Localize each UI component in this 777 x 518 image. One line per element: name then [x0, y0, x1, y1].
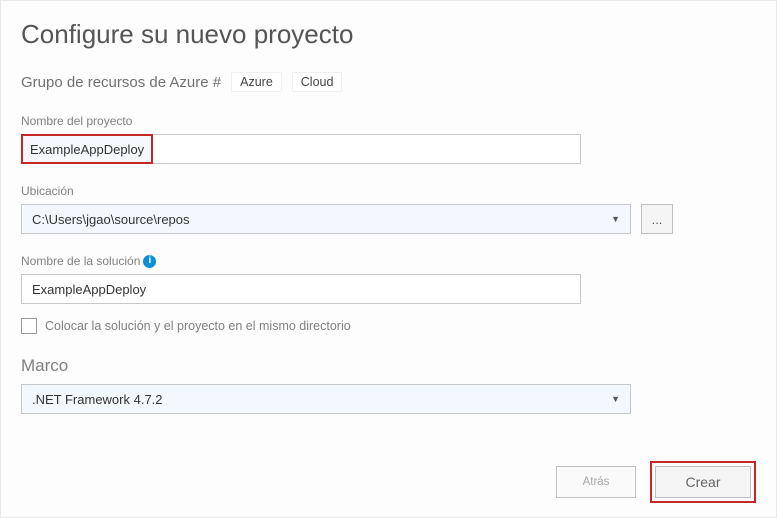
create-button-highlight: Crear — [650, 461, 756, 503]
chevron-down-icon: ▼ — [611, 214, 620, 224]
solution-name-field: Nombre de la solución i ExampleAppDeploy — [21, 254, 756, 304]
template-tags-row: Grupo de recursos de Azure # Azure Cloud — [21, 72, 756, 92]
project-name-input[interactable]: ExampleAppDeploy — [22, 135, 152, 163]
framework-heading: Marco — [21, 356, 756, 376]
back-button[interactable]: Atrás — [556, 466, 636, 498]
chevron-down-icon: ▼ — [611, 394, 620, 404]
same-directory-checkbox[interactable] — [21, 318, 37, 334]
location-value: C:\Users\jgao\source\repos — [32, 212, 190, 227]
project-name-label: Nombre del proyecto — [21, 114, 756, 128]
same-directory-label: Colocar la solución y el proyecto en el … — [45, 319, 351, 333]
location-label: Ubicación — [21, 184, 756, 198]
tag-cloud: Cloud — [292, 72, 343, 92]
create-button[interactable]: Crear — [655, 466, 751, 498]
solution-name-label: Nombre de la solución i — [21, 254, 756, 268]
framework-dropdown[interactable]: .NET Framework 4.7.2 ▼ — [21, 384, 631, 414]
location-field: Ubicación C:\Users\jgao\source\repos ▼ .… — [21, 184, 756, 234]
footer-buttons: Atrás Crear — [556, 461, 756, 503]
info-icon[interactable]: i — [143, 255, 156, 268]
page-title: Configure su nuevo proyecto — [21, 19, 756, 50]
browse-location-button[interactable]: ... — [641, 204, 673, 234]
same-directory-row: Colocar la solución y el proyecto en el … — [21, 318, 756, 334]
template-group-label: Grupo de recursos de Azure # — [21, 74, 221, 91]
framework-value: .NET Framework 4.7.2 — [32, 392, 163, 407]
solution-name-input[interactable]: ExampleAppDeploy — [21, 274, 581, 304]
location-dropdown[interactable]: C:\Users\jgao\source\repos ▼ — [21, 204, 631, 234]
framework-field: Marco .NET Framework 4.7.2 ▼ — [21, 356, 756, 414]
project-name-field: Nombre del proyecto ExampleAppDeploy — [21, 114, 756, 164]
tag-azure: Azure — [231, 72, 282, 92]
